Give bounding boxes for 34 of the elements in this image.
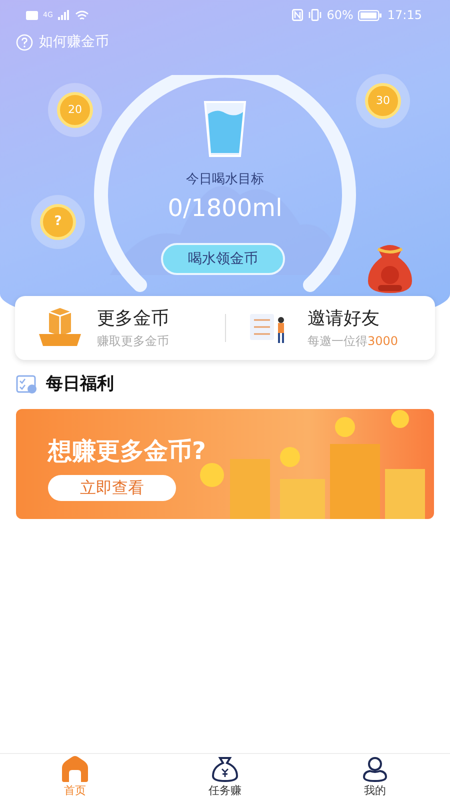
drink-water-button[interactable]: 喝水领金币 <box>161 242 285 274</box>
banner-headline: 想赚更多金币? <box>48 436 207 467</box>
water-glass-icon <box>203 100 247 158</box>
calendar-check-icon <box>16 374 38 394</box>
money-bag-icon <box>210 756 240 782</box>
battery-icon <box>358 10 382 20</box>
goal-caption: 今日喝水目标 <box>186 170 264 188</box>
gift-box-icon <box>37 308 83 348</box>
view-now-button[interactable]: 立即查看 <box>48 475 176 501</box>
tab-item[interactable]: 首页 <box>0 754 150 800</box>
home-icon <box>60 756 90 782</box>
tab-item[interactable]: 我的 <box>300 754 450 800</box>
signal-icon <box>58 10 70 20</box>
nfc-icon <box>292 9 303 21</box>
shortcut-title: 邀请好友 <box>308 307 380 330</box>
battery-percent: 60% <box>326 8 354 22</box>
coin-bubble[interactable]: 30 <box>365 82 401 118</box>
shortcut-item[interactable]: 邀请好友 每邀一位得3000 <box>226 306 435 350</box>
coin-bubble[interactable]: ? <box>40 204 76 240</box>
shortcut-item[interactable]: 更多金币 赚取更多金币 <box>15 306 224 350</box>
promo-banner[interactable]: 想赚更多金币? 立即查看 <box>16 409 434 519</box>
tab-item[interactable]: 任务赚 <box>150 754 300 800</box>
help-icon <box>16 34 33 50</box>
person-icon <box>360 756 390 782</box>
shortcut-title: 更多金币 <box>97 307 169 330</box>
shortcut-subtitle: 赚取更多金币 <box>97 333 169 350</box>
help-link[interactable]: 如何赚金币 <box>16 33 109 51</box>
coin-bubble[interactable]: 20 <box>57 92 93 128</box>
clock-time: 17:15 <box>387 8 422 22</box>
wifi-icon <box>74 10 89 20</box>
section-title: 每日福利 <box>46 373 114 395</box>
shortcut-subtitle: 每邀一位得3000 <box>308 333 398 350</box>
vibrate-icon <box>308 9 322 21</box>
water-amount: 0/1800ml <box>168 194 282 222</box>
